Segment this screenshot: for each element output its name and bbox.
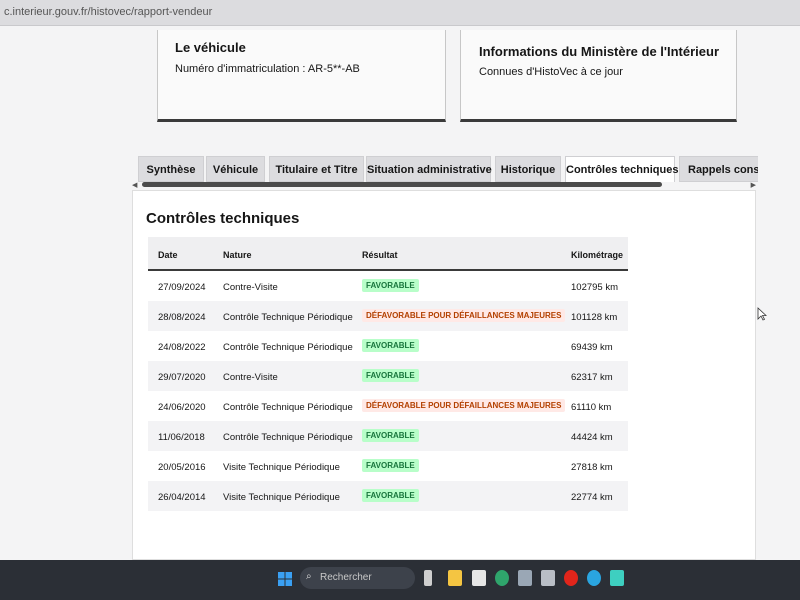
cell-km: 69439 km	[571, 342, 613, 353]
cell-km: 22774 km	[571, 492, 613, 503]
result-badge: FAVORABLE	[362, 459, 419, 472]
chrome-icon[interactable]	[495, 570, 509, 586]
table-row: 24/06/2020 Contrôle Technique Périodique D…	[148, 391, 628, 421]
registration-number: Numéro d'immatriculation : AR-5**-AB	[175, 63, 360, 75]
taskbar-search[interactable]: ⌕ Rechercher	[300, 567, 415, 589]
cell-km: 61110 km	[571, 402, 612, 413]
cell-km: 27818 km	[571, 462, 613, 473]
header-result: Résultat	[362, 250, 398, 260]
vehicle-card: Le véhicule Numéro d'immatriculation : A…	[157, 30, 446, 122]
result-badge: FAVORABLE	[362, 339, 419, 352]
ministry-card-text: Connues d'HistoVec à ce jour	[479, 66, 623, 78]
tab-label: Véhicule	[212, 164, 259, 176]
header-date: Date	[158, 250, 178, 260]
cell-date: 28/08/2024	[158, 312, 206, 323]
url-text: c.interieur.gouv.fr/histovec/rapport-ven…	[4, 6, 213, 18]
result-badge: FAVORABLE	[362, 429, 419, 442]
tab-label: Contrôles techniques	[566, 164, 679, 176]
table-row: 11/06/2018 Contrôle Technique Périodique F…	[148, 421, 628, 451]
page-content: Le véhicule Numéro d'immatriculation : A…	[0, 26, 800, 560]
cell-nature: Contrôle Technique Périodique	[223, 312, 353, 323]
result-badge: FAVORABLE	[362, 279, 419, 292]
tab-synthese[interactable]: Synthèse	[138, 156, 204, 182]
table-row: 27/09/2024 Contre-Visite FAVORABLE 102795 k…	[148, 271, 628, 301]
cell-nature: Contrôle Technique Périodique	[223, 402, 353, 413]
calculator-icon[interactable]	[541, 570, 555, 586]
table-row: 26/04/2014 Visite Technique Périodique FAV…	[148, 481, 628, 511]
scroll-left-icon[interactable]: ◀	[132, 181, 137, 189]
cell-date: 27/09/2024	[158, 282, 206, 293]
tabs-scrollbar[interactable]: ◀ ▶	[132, 181, 756, 189]
cell-date: 20/05/2016	[158, 462, 206, 473]
widgets-icon[interactable]	[424, 570, 432, 586]
tab-historique[interactable]: Historique	[495, 156, 561, 182]
tab-label: Titulaire et Titre	[275, 164, 358, 176]
cell-date: 11/06/2018	[158, 432, 205, 443]
opera-icon[interactable]	[564, 570, 578, 586]
file-explorer-icon[interactable]	[448, 570, 462, 586]
table-body: 27/09/2024 Contre-Visite FAVORABLE 102795 k…	[148, 271, 628, 511]
report-tabs: Synthèse Véhicule Titulaire et Titre Sit…	[138, 156, 758, 182]
ministry-card: Informations du Ministère de l'Intérieur…	[460, 30, 737, 122]
table-row: 24/08/2022 Contrôle Technique Périodique F…	[148, 331, 628, 361]
cell-nature: Contrôle Technique Périodique	[223, 432, 353, 443]
table-row: 28/08/2024 Contrôle Technique Périodique D…	[148, 301, 628, 331]
search-icon: ⌕	[306, 571, 312, 582]
cell-date: 24/08/2022	[158, 342, 206, 353]
taskbar: ⌕ Rechercher	[0, 560, 800, 600]
cell-date: 29/07/2020	[158, 372, 206, 383]
cell-km: 101128 km	[571, 312, 618, 323]
vehicle-card-title: Le véhicule	[175, 40, 246, 55]
app-icon[interactable]	[518, 570, 532, 586]
table-header: Date Nature Résultat Kilométrage	[148, 237, 628, 271]
notepad-icon[interactable]	[610, 570, 624, 586]
tab-vehicule[interactable]: Véhicule	[206, 156, 265, 182]
ministry-card-title: Informations du Ministère de l'Intérieur	[479, 44, 720, 59]
cell-nature: Visite Technique Périodique	[223, 492, 340, 503]
edge-icon[interactable]	[587, 570, 601, 586]
header-km: Kilométrage	[571, 250, 624, 260]
cell-km: 102795 km	[571, 282, 619, 293]
cell-nature: Visite Technique Périodique	[223, 462, 340, 473]
table-row: 20/05/2016 Visite Technique Périodique FAV…	[148, 451, 628, 481]
controles-table: Date Nature Résultat Kilométrage 27/09/2…	[148, 237, 628, 511]
tab-label: Historique	[500, 164, 556, 176]
tab-label: Synthèse	[146, 164, 196, 176]
cell-nature: Contre-Visite	[223, 282, 278, 293]
cell-date: 26/04/2014	[158, 492, 206, 503]
tab-label: Situation administrative	[367, 164, 492, 176]
result-badge: DÉFAVORABLE POUR DÉFAILLANCES MAJEURES	[362, 399, 566, 412]
cell-nature: Contre-Visite	[223, 372, 278, 383]
tab-controles-techniques[interactable]: Contrôles techniques	[565, 156, 679, 182]
search-placeholder: Rechercher	[320, 572, 372, 583]
tab-rappels-constructeur[interactable]: Rappels constructeur	[679, 156, 758, 182]
tab-label: Rappels constructeur	[688, 164, 758, 176]
result-badge: FAVORABLE	[362, 369, 419, 382]
settings-icon[interactable]	[472, 570, 486, 586]
panel-title: Contrôles techniques	[146, 210, 300, 227]
header-nature: Nature	[223, 250, 252, 260]
tab-titulaire[interactable]: Titulaire et Titre	[269, 156, 364, 182]
result-badge: DÉFAVORABLE POUR DÉFAILLANCES MAJEURES	[362, 309, 566, 322]
address-bar[interactable]: c.interieur.gouv.fr/histovec/rapport-ven…	[0, 0, 800, 26]
cell-nature: Contrôle Technique Périodique	[223, 342, 353, 353]
table-row: 29/07/2020 Contre-Visite FAVORABLE 62317 km	[148, 361, 628, 391]
scroll-right-icon[interactable]: ▶	[751, 181, 756, 189]
windows-start-icon[interactable]	[278, 572, 292, 586]
scrollbar-thumb[interactable]	[142, 182, 662, 187]
cell-km: 44424 km	[571, 432, 613, 443]
cell-km: 62317 km	[571, 372, 613, 383]
controles-techniques-panel: Contrôles techniques Date Nature Résulta…	[132, 190, 756, 560]
mouse-cursor-icon	[757, 307, 767, 321]
cell-date: 24/06/2020	[158, 402, 206, 413]
tab-situation-administrative[interactable]: Situation administrative	[366, 156, 492, 182]
result-badge: FAVORABLE	[362, 489, 419, 502]
